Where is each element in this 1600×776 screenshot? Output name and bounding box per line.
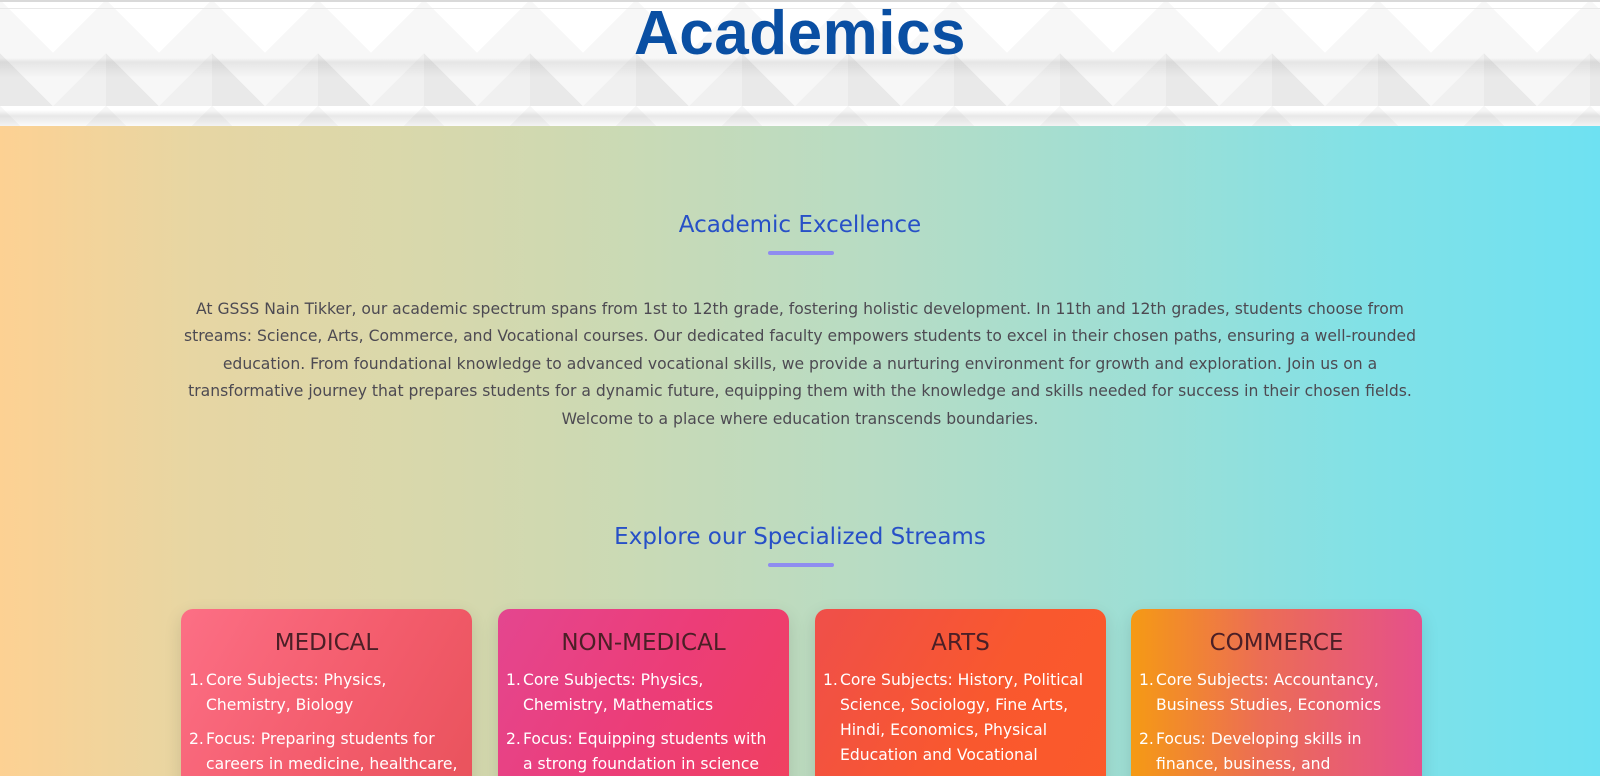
list-item: 2. Focus: Equipping students with a stron… [506, 730, 767, 773]
list-item-text: Focus: Equipping students with a strong … [523, 730, 767, 773]
list-item-text: Focus: Developing skills in finance, bus… [1156, 730, 1362, 773]
page-header-banner: Academics [0, 0, 1600, 126]
stream-card-medical[interactable]: MEDICAL 1. Core Subjects: Physics, Chemis… [181, 609, 472, 776]
stream-card-list: 1. Core Subjects: History, Political Scie… [815, 668, 1106, 768]
list-item-text: Core Subjects: Physics, Chemistry, Mathe… [523, 671, 714, 714]
stream-card-list: 1. Core Subjects: Physics, Chemistry, Mat… [498, 668, 789, 776]
list-item: 2. Focus: Developing skills in finance, b… [1139, 730, 1362, 773]
stream-card-title: COMMERCE [1209, 630, 1344, 656]
list-item: 2. Focus: Preparing students for careers … [189, 730, 458, 773]
academic-intro-paragraph: At GSSS Nain Tikker, our academic spectr… [184, 300, 1416, 428]
academics-section: Academic Excellence At GSSS Nain Tikker,… [0, 126, 1600, 776]
list-item: 1. Core Subjects: Physics, Chemistry, Bio… [189, 671, 387, 714]
heading-underline [768, 563, 834, 567]
list-item-text: Focus: Preparing students for careers in… [206, 730, 458, 773]
stream-card-title: MEDICAL [274, 630, 379, 656]
stream-card-commerce[interactable]: COMMERCE 1. Core Subjects: Accountancy, B… [1131, 609, 1422, 776]
stream-card-non-medical[interactable]: NON-MEDICAL 1. Core Subjects: Physics, Ch… [498, 609, 789, 776]
list-item-text: Core Subjects: Accountancy, Business Stu… [1156, 671, 1382, 714]
list-item-text: Core Subjects: Physics, Chemistry, Biolo… [206, 671, 387, 714]
academic-excellence-heading: Academic Excellence [678, 212, 922, 238]
stream-card-list: 1. Core Subjects: Physics, Chemistry, Bio… [181, 668, 472, 776]
page-title: Academics [634, 0, 966, 68]
list-item: 1. Core Subjects: Physics, Chemistry, Mat… [506, 671, 714, 714]
list-item: 1. Core Subjects: Accountancy, Business S… [1139, 671, 1382, 714]
heading-underline [768, 251, 834, 255]
streams-heading: Explore our Specialized Streams [614, 524, 986, 550]
stream-card-title: NON-MEDICAL [561, 630, 726, 656]
stream-card-list: 1. Core Subjects: Accountancy, Business S… [1131, 668, 1422, 776]
stream-card-title: ARTS [931, 630, 990, 656]
list-item: 1. Core Subjects: History, Political Scie… [823, 671, 1084, 764]
stream-card-arts[interactable]: ARTS 1. Core Subjects: History, Political… [815, 609, 1106, 776]
list-item-text: Core Subjects: History, Political Scienc… [840, 671, 1084, 764]
